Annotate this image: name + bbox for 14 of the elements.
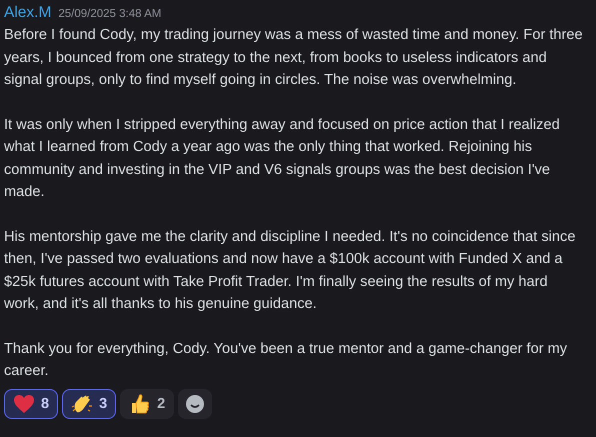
heart-icon [13,394,35,414]
author-name[interactable]: Alex.M [4,4,52,22]
message-paragraph: Thank you for everything, Cody. You've been a true mentor and a game-changer for my career. [4,340,568,381]
message-paragraph: His mentorship gave me the clarity and discipline I needed. It's no coincidence that since then, I've passed two evaluations and now have a $100k account with Funded X and a $25k futures account with Take Profit Trader. I'm finally seeing the results of my hard work, and it's all thanks to his genuine guidance. [4,228,576,314]
reaction-button[interactable]: 3 [62,388,116,418]
message-paragraph: Before I found Cody, my trading journey was a mess of wasted time and money. For three years, I bounced from one strategy to the next, from books to useless indicators and signal groups, only to find myself going in circles. The noise was overwhelming. [4,26,584,90]
smiley-icon [185,394,206,414]
add-reaction-button[interactable] [178,388,212,418]
thumbs-up-icon [129,392,152,414]
clapping-hands-icon [71,394,94,414]
reaction-button[interactable]: 2 [120,388,174,418]
reaction-button[interactable]: 8 [4,388,58,418]
message-paragraph: It was only when I stripped everything away and focused on price action that I realized what I learned from Cody a year ago was the only thing that worked. Rejoining his community and investing in the VIP and V6 signals groups was the best decision I've made. [4,116,561,202]
message-timestamp: 25/09/2025 3:48 AM [58,8,162,20]
